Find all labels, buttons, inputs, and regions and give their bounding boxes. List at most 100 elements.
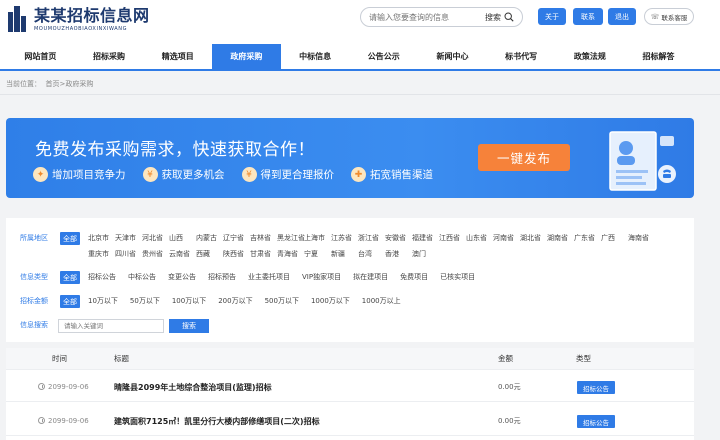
about-button[interactable]: 关于 [538, 8, 566, 25]
area-option[interactable]: 湖北省 [520, 232, 546, 245]
area-option[interactable]: 宁夏 [304, 248, 330, 261]
site-header: 某某招标信息网 MOUMOUZHAOBIAOXINXIWANG 搜索 关于 联系… [0, 0, 720, 44]
keyword-search-button[interactable]: 搜索 [169, 319, 209, 333]
area-option[interactable]: 内蒙古 [196, 232, 222, 245]
area-option[interactable]: 台湾 [358, 248, 384, 261]
amount-option[interactable]: 500万以下 [265, 295, 299, 308]
area-option[interactable]: 四川省 [115, 248, 141, 261]
contact-button[interactable]: 联系 [573, 8, 603, 25]
type-option[interactable]: 免费项目 [400, 271, 428, 284]
banner-feature: ¥ 得到更合理报价 [241, 167, 335, 182]
nav-item-tender-writing[interactable]: 标书代写 [487, 44, 556, 69]
filter-all-button[interactable]: 全部 [60, 271, 80, 284]
nav-item-home[interactable]: 网站首页 [6, 44, 75, 69]
area-option[interactable]: 云南省 [169, 248, 195, 261]
row-type-badge[interactable]: 招标公告 [577, 415, 615, 428]
nav-item-news[interactable]: 新闻中心 [418, 44, 487, 69]
area-option[interactable]: 福建省 [412, 232, 438, 245]
banner-feature: ✦ 增加项目竞争力 [33, 167, 126, 182]
area-option[interactable]: 澳门 [412, 248, 438, 261]
site-logo[interactable]: 某某招标信息网 MOUMOUZHAOBIAOXINXIWANG [8, 6, 150, 32]
search-icon[interactable] [504, 12, 514, 22]
area-option[interactable]: 北京市 [88, 232, 114, 245]
nav-item-faq[interactable]: 招标解答 [624, 44, 693, 69]
type-option[interactable]: 招标公告 [88, 271, 116, 284]
area-option[interactable]: 甘肃省 [250, 248, 276, 261]
row-type-badge[interactable]: 招标公告 [577, 381, 615, 394]
logout-button[interactable]: 退出 [608, 8, 636, 25]
amount-option[interactable]: 1000万以下 [311, 295, 350, 308]
amount-option[interactable]: 100万以下 [172, 295, 206, 308]
banner-feature-label: 得到更合理报价 [260, 169, 335, 181]
area-option[interactable]: 天津市 [115, 232, 141, 245]
area-option[interactable]: 陕西省 [223, 248, 249, 261]
area-option[interactable]: 江苏省 [331, 232, 357, 245]
clock-icon [38, 417, 45, 424]
banner-title: 免费发布采购需求，快速获取合作！ [35, 140, 315, 160]
results-table: 时间 标题 金额 类型 2099-09-06 晴隆县2099年土地综合整治项目(… [6, 348, 694, 440]
area-option[interactable]: 重庆市 [88, 248, 114, 261]
area-option[interactable]: 江西省 [439, 232, 465, 245]
nav-item-featured[interactable]: 精选项目 [143, 44, 212, 69]
keyword-input[interactable] [58, 319, 164, 333]
filter-row-area: 所属地区 全部 北京市 天津市 河北省 山西 内蒙古 辽宁省 吉林省 黑龙江省 上海市 江苏省 浙江… [6, 232, 678, 264]
area-option[interactable]: 香港 [385, 248, 411, 261]
type-option[interactable]: 中标公告 [128, 271, 156, 284]
area-option[interactable]: 山西 [169, 232, 195, 245]
area-option[interactable]: 吉林省 [250, 232, 276, 245]
filter-label: 信息类型 [20, 273, 48, 281]
column-header-amount: 金额 [498, 354, 513, 363]
type-option[interactable]: 变更公告 [168, 271, 196, 284]
area-option[interactable]: 黑龙江省 [277, 232, 305, 245]
type-option[interactable]: VIP独家项目 [302, 271, 341, 284]
row-amount: 0.00元 [498, 417, 521, 425]
filter-all-button[interactable]: 全部 [60, 232, 80, 245]
customer-service-button[interactable]: ☏ 联系客服 [644, 8, 694, 25]
filter-label: 所属地区 [20, 234, 48, 242]
search-input[interactable] [369, 12, 483, 22]
area-option[interactable]: 广东省 [574, 232, 600, 245]
area-option[interactable]: 海南省 [628, 232, 654, 245]
area-option[interactable]: 贵州省 [142, 248, 168, 261]
type-option[interactable]: 拟在建项目 [353, 271, 388, 284]
service-illustration-icon [609, 131, 676, 191]
amount-option[interactable]: 10万以下 [88, 295, 118, 308]
amount-option[interactable]: 200万以下 [218, 295, 252, 308]
row-title-link[interactable]: 建筑面积7125㎡！凯里分行大楼内部修缮项目(二次)招标 [114, 407, 320, 436]
table-row[interactable]: 2099-09-06 晴隆县2099年土地综合整治项目(监理)招标 0.00元 … [6, 373, 694, 402]
type-option[interactable]: 已核实项目 [440, 271, 475, 284]
area-option[interactable]: 青海省 [277, 248, 303, 261]
nav-item-government[interactable]: 政府采购 [212, 44, 281, 69]
nav-item-notices[interactable]: 公告公示 [349, 44, 418, 69]
table-header: 时间 标题 金额 类型 [6, 348, 694, 370]
type-option[interactable]: 业主委托项目 [248, 271, 290, 284]
area-option[interactable]: 山东省 [466, 232, 492, 245]
area-option[interactable]: 河北省 [142, 232, 168, 245]
area-option[interactable]: 广西 [601, 232, 627, 245]
area-option[interactable]: 新疆 [331, 248, 357, 261]
amount-option[interactable]: 50万以下 [130, 295, 160, 308]
logo-subtitle: MOUMOUZHAOBIAOXINXIWANG [34, 25, 128, 32]
area-option[interactable]: 浙江省 [358, 232, 384, 245]
breadcrumb-home[interactable]: 首页 [45, 79, 59, 89]
filter-all-button[interactable]: 全部 [60, 295, 80, 308]
area-option[interactable]: 河南省 [493, 232, 519, 245]
nav-item-procurement[interactable]: 招标采购 [75, 44, 144, 69]
area-option[interactable]: 西藏 [196, 248, 222, 261]
area-option[interactable]: 安徽省 [385, 232, 411, 245]
area-option[interactable]: 辽宁省 [223, 232, 249, 245]
table-row[interactable]: 2099-09-06 建筑面积7125㎡！凯里分行大楼内部修缮项目(二次)招标 … [6, 407, 694, 436]
amount-option[interactable]: 1000万以上 [362, 295, 401, 308]
type-option[interactable]: 招标预告 [208, 271, 236, 284]
area-option[interactable]: 湖南省 [547, 232, 573, 245]
banner-feature-label: 增加项目竞争力 [52, 169, 126, 181]
row-date: 2099-09-06 [38, 407, 89, 436]
nav-item-winning[interactable]: 中标信息 [281, 44, 350, 69]
area-option[interactable]: 上海市 [304, 232, 330, 245]
nav-item-policy[interactable]: 政策法规 [556, 44, 625, 69]
breadcrumb-current: 政府采购 [65, 79, 94, 88]
banner-features: ✦ 增加项目竞争力 ¥ 获取更多机会 ¥ 得到更合理报价 ✚ 拓宽销售渠道 [33, 167, 450, 182]
search-button[interactable]: 搜索 [485, 12, 501, 23]
publish-button[interactable]: 一键发布 [478, 144, 570, 171]
row-title-link[interactable]: 晴隆县2099年土地综合整治项目(监理)招标 [114, 373, 272, 402]
